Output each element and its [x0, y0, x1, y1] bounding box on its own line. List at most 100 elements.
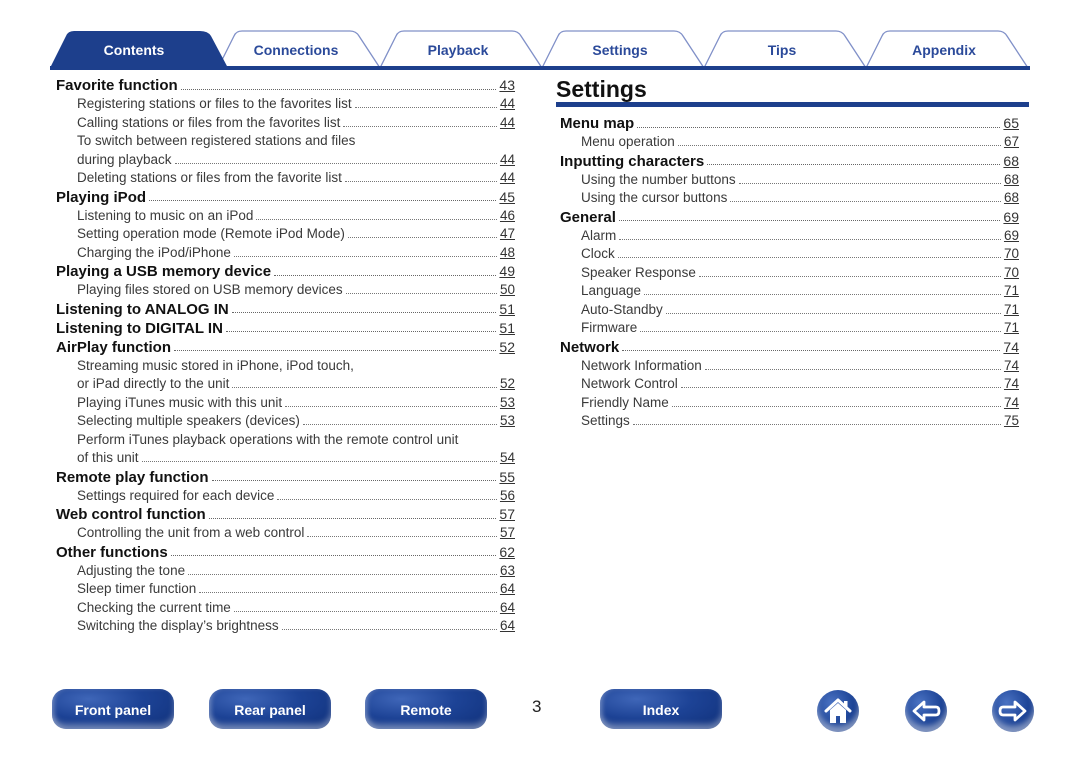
toc-subentry[interactable]: Selecting multiple speakers (devices) 53 — [56, 412, 515, 431]
page-link[interactable]: 71 — [1004, 282, 1019, 301]
toc-subentry[interactable]: Listening to music on an iPod 46 — [56, 207, 515, 226]
page-link[interactable]: 49 — [499, 262, 515, 281]
page-link[interactable]: 68 — [1004, 171, 1019, 190]
tab-appendix[interactable]: Appendix — [874, 42, 1014, 58]
tab-tips[interactable]: Tips — [712, 42, 852, 58]
toc-subentry[interactable]: during playback 44 — [56, 151, 515, 170]
toc-subentry[interactable]: Network Control 74 — [560, 375, 1019, 394]
toc-heading-entry[interactable]: Listening to DIGITAL IN 51 — [56, 319, 515, 338]
page-link[interactable]: 53 — [500, 412, 515, 431]
toc-subentry[interactable]: Settings 75 — [560, 412, 1019, 431]
toc-heading-entry[interactable]: AirPlay function 52 — [56, 338, 515, 357]
front-panel-button[interactable]: Front panel — [52, 689, 174, 729]
toc-subentry[interactable]: Friendly Name 74 — [560, 394, 1019, 413]
page-link[interactable]: 69 — [1004, 227, 1019, 246]
toc-heading-entry[interactable]: Menu map 65 — [560, 114, 1019, 133]
page-link[interactable]: 71 — [1004, 301, 1019, 320]
toc-subentry[interactable]: Charging the iPod/iPhone 48 — [56, 244, 515, 263]
toc-subentry[interactable]: Using the cursor buttons 68 — [560, 189, 1019, 208]
page-link[interactable]: 52 — [500, 375, 515, 394]
toc-subentry[interactable]: Controlling the unit from a web control 5… — [56, 524, 515, 543]
page-link[interactable]: 63 — [500, 562, 515, 581]
toc-heading-entry[interactable]: Inputting characters 68 — [560, 152, 1019, 171]
toc-heading-entry[interactable]: Listening to ANALOG IN 51 — [56, 300, 515, 319]
page-link[interactable]: 51 — [499, 300, 515, 319]
forward-button[interactable] — [992, 690, 1034, 732]
toc-subentry[interactable]: Playing files stored on USB memory devic… — [56, 281, 515, 300]
page-link[interactable]: 68 — [1003, 152, 1019, 171]
page-link[interactable]: 70 — [1004, 245, 1019, 264]
remote-button[interactable]: Remote — [365, 689, 487, 729]
toc-heading-entry[interactable]: Playing a USB memory device 49 — [56, 262, 515, 281]
toc-heading-entry[interactable]: General 69 — [560, 208, 1019, 227]
page-link[interactable]: 74 — [1004, 394, 1019, 413]
home-button[interactable] — [817, 690, 859, 732]
page-link[interactable]: 50 — [500, 281, 515, 300]
page-link[interactable]: 68 — [1004, 189, 1019, 208]
page-link[interactable]: 57 — [500, 524, 515, 543]
toc-subentry[interactable]: Adjusting the tone 63 — [56, 562, 515, 581]
page-link[interactable]: 43 — [499, 76, 515, 95]
toc-subentry[interactable]: Menu operation 67 — [560, 133, 1019, 152]
page-link[interactable]: 52 — [499, 338, 515, 357]
tab-connections[interactable]: Connections — [226, 42, 366, 58]
toc-subentry[interactable]: Firmware 71 — [560, 319, 1019, 338]
toc-subentry[interactable]: Setting operation mode (Remote iPod Mode… — [56, 225, 515, 244]
toc-subentry[interactable]: Auto-Standby 71 — [560, 301, 1019, 320]
toc-subentry[interactable]: Settings required for each device 56 — [56, 487, 515, 506]
page-link[interactable]: 75 — [1004, 412, 1019, 431]
toc-subentry[interactable]: Deleting stations or files from the favo… — [56, 169, 515, 188]
page-link[interactable]: 48 — [500, 244, 515, 263]
toc-subentry[interactable]: Sleep timer function 64 — [56, 580, 515, 599]
page-link[interactable]: 67 — [1004, 133, 1019, 152]
toc-subentry[interactable]: Switching the display’s brightness 64 — [56, 617, 515, 636]
toc-subentry[interactable]: Registering stations or files to the fav… — [56, 95, 515, 114]
page-link[interactable]: 51 — [499, 319, 515, 338]
toc-subentry[interactable]: Clock 70 — [560, 245, 1019, 264]
toc-heading-entry[interactable]: Playing iPod 45 — [56, 188, 515, 207]
page-link[interactable]: 53 — [500, 394, 515, 413]
page-link[interactable]: 65 — [1003, 114, 1019, 133]
tab-playback[interactable]: Playback — [388, 42, 528, 58]
page-link[interactable]: 44 — [500, 151, 515, 170]
page-link[interactable]: 70 — [1004, 264, 1019, 283]
page-link[interactable]: 45 — [499, 188, 515, 207]
page-link[interactable]: 55 — [499, 468, 515, 487]
index-button[interactable]: Index — [600, 689, 722, 729]
toc-heading-entry[interactable]: Web control function 57 — [56, 505, 515, 524]
toc-subentry[interactable]: Playing iTunes music with this unit 53 — [56, 394, 515, 413]
page-link[interactable]: 64 — [500, 599, 515, 618]
toc-subentry[interactable]: Alarm 69 — [560, 227, 1019, 246]
toc-heading-entry[interactable]: Favorite function 43 — [56, 76, 515, 95]
page-link[interactable]: 44 — [500, 95, 515, 114]
page-link[interactable]: 54 — [500, 449, 515, 468]
tab-contents[interactable]: Contents — [64, 42, 204, 58]
back-button[interactable] — [905, 690, 947, 732]
toc-heading-entry[interactable]: Remote play function 55 — [56, 468, 515, 487]
page-link[interactable]: 71 — [1004, 319, 1019, 338]
tab-settings[interactable]: Settings — [550, 42, 690, 58]
page-link[interactable]: 69 — [1003, 208, 1019, 227]
page-link[interactable]: 74 — [1004, 375, 1019, 394]
toc-subentry[interactable]: Calling stations or files from the favor… — [56, 114, 515, 133]
toc-subentry[interactable]: of this unit 54 — [56, 449, 515, 468]
page-link[interactable]: 56 — [500, 487, 515, 506]
toc-subentry[interactable]: Using the number buttons 68 — [560, 171, 1019, 190]
page-link[interactable]: 64 — [500, 617, 515, 636]
toc-heading-entry[interactable]: Network 74 — [560, 338, 1019, 357]
toc-subentry[interactable]: Network Information 74 — [560, 357, 1019, 376]
page-link[interactable]: 74 — [1004, 357, 1019, 376]
toc-subentry[interactable]: Checking the current time 64 — [56, 599, 515, 618]
page-link[interactable]: 44 — [500, 114, 515, 133]
page-link[interactable]: 74 — [1003, 338, 1019, 357]
page-link[interactable]: 64 — [500, 580, 515, 599]
toc-subentry[interactable]: Speaker Response 70 — [560, 264, 1019, 283]
toc-subentry[interactable]: or iPad directly to the unit 52 — [56, 375, 515, 394]
rear-panel-button[interactable]: Rear panel — [209, 689, 331, 729]
page-link[interactable]: 57 — [499, 505, 515, 524]
page-link[interactable]: 62 — [499, 543, 515, 562]
page-link[interactable]: 47 — [500, 225, 515, 244]
page-link[interactable]: 44 — [500, 169, 515, 188]
toc-heading-entry[interactable]: Other functions 62 — [56, 543, 515, 562]
toc-subentry[interactable]: Language 71 — [560, 282, 1019, 301]
